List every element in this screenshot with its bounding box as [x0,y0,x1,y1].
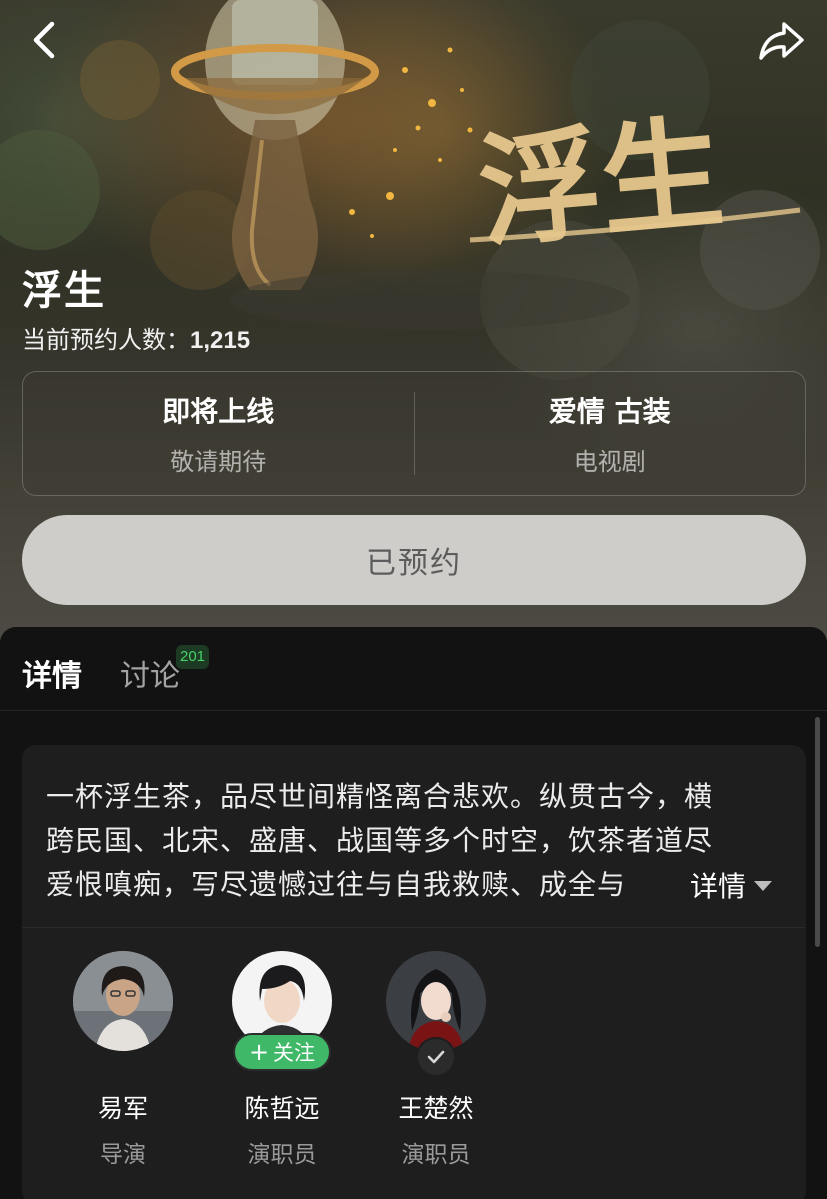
genre-info[interactable]: 爱情 古装 电视剧 [415,372,806,495]
avatar[interactable] [73,951,173,1051]
cast-member[interactable]: 王楚然 演职员 [366,951,506,1169]
share-button[interactable] [756,18,808,62]
reserved-button[interactable]: 已预约 [22,515,806,605]
synopsis-line: 一杯浮生茶，品尽世间精怪离合悲欢。纵贯古今，横 [46,780,714,813]
back-button[interactable] [22,18,66,62]
subscribe-count-value: 1,215 [190,327,251,354]
release-status: 即将上线 敬请期待 [23,372,414,495]
cast-role: 演职员 [247,1142,317,1168]
synopsis-line: 跨民国、北宋、盛唐、战国等多个时空，饮茶者道尽 [46,824,714,857]
cast-role: 演职员 [401,1142,471,1168]
tab-discussion[interactable]: 讨论 [120,651,180,695]
cast-member[interactable]: 易军 导演 [53,951,193,1169]
poster-calligraphy: 浮生 [473,100,729,265]
tab-details[interactable]: 详情 [22,651,82,695]
follow-button[interactable]: + 关注 [232,1033,332,1071]
detail-card: 一杯浮生茶，品尽世间精怪离合悲欢。纵贯古今，横 跨民国、北宋、盛唐、战国等多个时… [22,745,806,1199]
followed-badge[interactable] [416,1037,456,1077]
share-arrow-icon [759,22,804,60]
subscribe-count: 当前预约人数：1,215 [22,320,250,355]
check-icon [427,1050,445,1064]
follow-label: 关注 [273,1041,316,1065]
card-divider [22,927,806,928]
poster-hero: 浮生 浮生 当前预约人数：1,215 即将上线 敬请期待 爱情 古装 电视剧 已… [0,0,827,640]
genre-tags: 爱情 古装 [548,395,671,428]
tab-divider [0,710,827,711]
avatar-image [73,951,173,1051]
cast-member[interactable]: + 关注 陈哲远 演职员 [212,951,352,1169]
category-label: 电视剧 [573,448,646,476]
release-status-label: 即将上线 [162,395,275,428]
scrollbar[interactable] [815,717,820,947]
discussion-count-badge: 201 [176,645,210,669]
expand-details-button[interactable]: 详情 [662,863,773,907]
avatar-image [386,951,486,1051]
cast-role: 导演 [100,1142,146,1168]
cast-name: 王楚然 [398,1094,474,1123]
show-info-card: 即将上线 敬请期待 爱情 古装 电视剧 [22,371,806,496]
cast-name: 易军 [97,1094,148,1123]
plus-icon: + [248,1038,270,1066]
avatar[interactable] [386,951,486,1051]
cast-name: 陈哲远 [244,1094,320,1123]
caret-down-icon [754,881,773,891]
cast-list: 易军 导演 + 关注 陈哲远 演职员 王楚然 演职员 [22,951,806,1191]
show-title: 浮生 [22,268,106,314]
chevron-left-icon [33,21,55,59]
release-status-sub: 敬请期待 [170,448,267,476]
detail-sheet: 详情 讨论 201 一杯浮生茶，品尽世间精怪离合悲欢。纵贯古今，横 跨民国、北宋… [0,627,827,1199]
subscribe-count-label: 当前预约人数： [22,326,190,354]
expand-details-label: 详情 [690,870,747,903]
